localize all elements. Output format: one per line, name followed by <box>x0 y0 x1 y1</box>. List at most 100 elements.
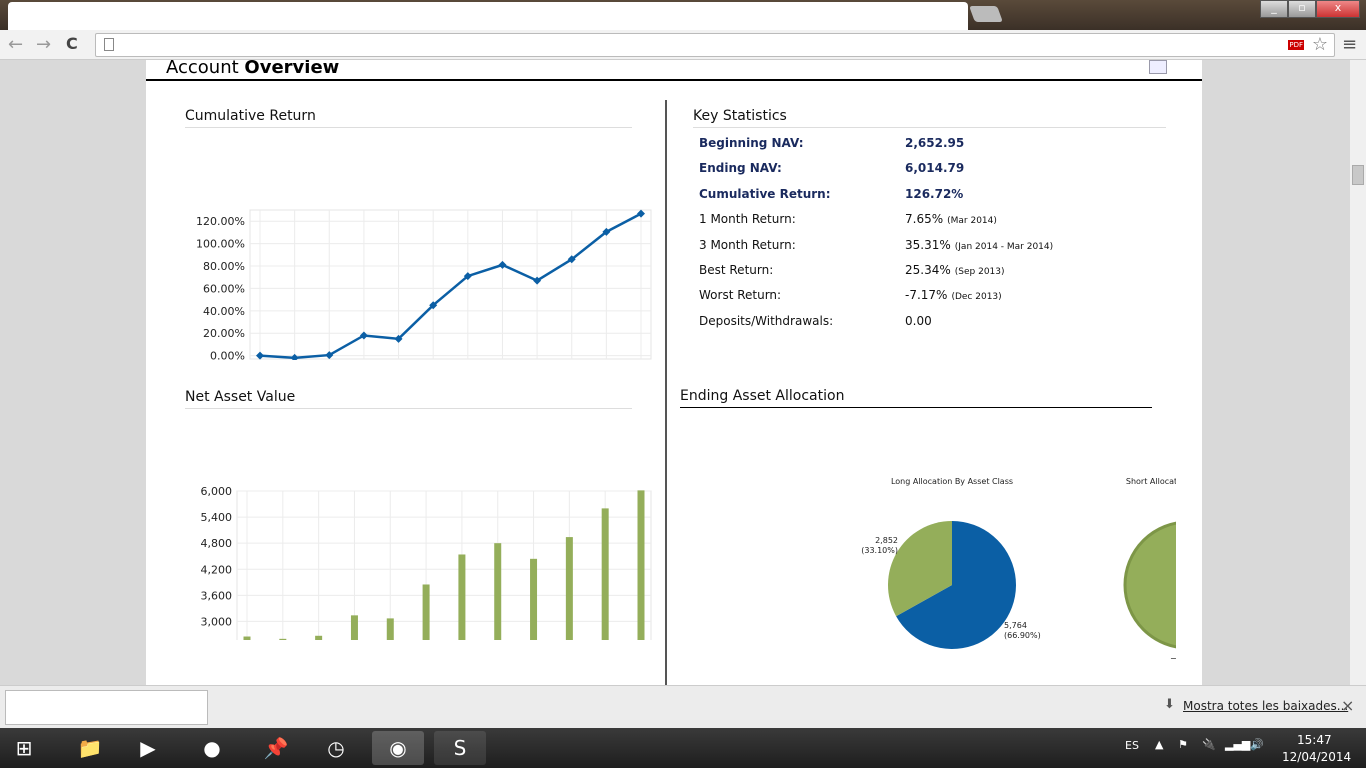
back-icon[interactable]: ← <box>8 34 23 55</box>
show-hidden-icons[interactable]: ▲ <box>1155 738 1163 751</box>
minimize-button[interactable]: _ <box>1260 0 1288 18</box>
download-item[interactable] <box>5 690 208 725</box>
new-tab-button[interactable] <box>969 6 1003 22</box>
stat-label: Worst Return: <box>699 288 782 303</box>
skype-icon[interactable]: S <box>434 731 486 765</box>
pie-slice-cash <box>1123 521 1176 649</box>
stat-label: Deposits/Withdrawals: <box>699 313 834 328</box>
stat-row: Worst Return: -7.17% (Dec 2013) <box>699 288 1179 313</box>
stat-number: 6,014.79 <box>905 161 965 176</box>
stat-value: 25.34% (Sep 2013) <box>905 263 1005 277</box>
stat-value: 2,652.95 <box>905 136 964 150</box>
cumulative-return-chart: Apr 2013May 2013Jun 2013Jul 2013Aug 2013… <box>196 209 652 360</box>
y-tick-label: 3,600 <box>201 589 233 602</box>
nav-bar <box>565 537 573 640</box>
y-tick-label: 4,800 <box>201 537 233 550</box>
start-button[interactable]: ⊞ <box>0 731 48 765</box>
y-tick-label: 5,400 <box>201 511 233 524</box>
stat-row: Best Return: 25.34% (Sep 2013) <box>699 263 1179 288</box>
pdf-icon[interactable]: PDF <box>1288 40 1304 50</box>
pie-data-label: 5,764 <box>1004 621 1027 630</box>
close-download-bar-icon[interactable]: × <box>1341 696 1354 715</box>
y-tick-label: 4,200 <box>201 563 233 576</box>
stat-value: 6,014.79 <box>905 161 964 175</box>
page-icon <box>104 38 114 51</box>
y-tick-label: 3,000 <box>201 615 233 628</box>
pie-data-label: 2,852 <box>875 536 898 545</box>
explorer-icon[interactable]: 📁 <box>64 731 116 765</box>
media-player-icon[interactable]: ▶ <box>122 731 174 765</box>
pin-app-icon[interactable]: 📌 <box>250 731 302 765</box>
browser-titlebar: _ ▫ x <box>0 0 1366 30</box>
clock-time[interactable]: 15:47 <box>1297 733 1332 747</box>
menu-icon[interactable]: ≡ <box>1342 34 1357 55</box>
browser-toolbar: ← → C PDF ☆ ≡ <box>0 30 1366 60</box>
stat-row: Ending NAV: 6,014.79 <box>699 161 1179 186</box>
net-asset-value-chart: Apr 2013May 2013Jun 2013Jul 2013Aug 2013… <box>201 485 652 640</box>
export-icon[interactable] <box>1149 60 1167 74</box>
stat-note: (Jan 2014 - Mar 2014) <box>954 241 1054 252</box>
user-app-icon[interactable]: ● <box>186 731 238 765</box>
reload-icon[interactable]: C <box>66 34 78 53</box>
volume-icon[interactable]: 🔊 <box>1250 738 1264 751</box>
vertical-scrollbar[interactable] <box>1350 60 1366 685</box>
key-statistics-table: Beginning NAV: 2,652.95 Ending NAV: 6,014.7… <box>699 136 1179 339</box>
stat-number: -7.17% <box>905 288 948 303</box>
browser-tab[interactable] <box>8 2 968 30</box>
stat-number: 2,652.95 <box>905 136 965 150</box>
chrome-icon[interactable]: ◉ <box>372 731 424 765</box>
pie-title: Long Allocation By Asset Class <box>891 477 1013 486</box>
stat-label: Ending NAV: <box>699 161 782 176</box>
stat-number: 35.31% <box>905 237 951 252</box>
nav-bar <box>350 615 358 640</box>
clock-date[interactable]: 12/04/2014 <box>1282 750 1351 764</box>
stat-value: -7.17% (Dec 2013) <box>905 288 1002 302</box>
power-icon[interactable]: 🔌 <box>1202 738 1216 751</box>
stat-number: 7.65% <box>905 212 944 227</box>
title-underline <box>146 79 1202 81</box>
stat-label: 3 Month Return: <box>699 237 796 252</box>
network-signal-icon[interactable]: ▂▄▆ <box>1225 738 1250 751</box>
stat-value: 126.72% <box>905 187 963 201</box>
maximize-button[interactable]: ▫ <box>1288 0 1316 18</box>
pie-data-percent: (33.10%) <box>861 546 898 555</box>
y-tick-label: 40.00% <box>203 305 245 318</box>
nav-bar <box>601 508 609 640</box>
stat-label: 1 Month Return: <box>699 212 796 227</box>
clock-app-icon[interactable]: ◷ <box>310 731 362 765</box>
stat-row: Cumulative Return: 126.72% <box>699 187 1179 212</box>
stat-number: 25.34% <box>905 262 951 277</box>
address-bar[interactable]: PDF ☆ <box>95 33 1335 57</box>
stat-note: (Dec 2013) <box>951 292 1002 303</box>
scrollbar-thumb[interactable] <box>1352 165 1364 185</box>
nav-bar <box>494 543 502 640</box>
stat-value: 0.00 <box>905 314 932 328</box>
stat-row: Beginning NAV: 2,652.95 <box>699 136 1179 161</box>
column-divider <box>665 100 667 685</box>
show-all-downloads-link[interactable]: Mostra totes les baixades... <box>1183 699 1348 713</box>
download-bar: ⬇ Mostra totes les baixades... × <box>0 685 1366 728</box>
title-light: Account <box>166 60 239 78</box>
nav-bar <box>422 584 430 640</box>
forward-icon[interactable]: → <box>36 34 51 55</box>
stat-row: 3 Month Return: 35.31% (Jan 2014 - Mar 201… <box>699 238 1179 263</box>
pie-data-percent: (66.90%) <box>1004 631 1041 640</box>
nav-bar <box>530 558 538 640</box>
stat-value: 35.31% (Jan 2014 - Mar 2014) <box>905 238 1053 252</box>
action-center-flag-icon[interactable]: ⚑ <box>1178 738 1188 751</box>
close-window-button[interactable]: x <box>1316 0 1360 18</box>
star-icon[interactable]: ☆ <box>1312 34 1328 55</box>
pie-data-label: −2,601 <box>1170 654 1176 660</box>
net-asset-value-heading: Net Asset Value <box>185 389 632 409</box>
y-tick-label: 20.00% <box>203 327 245 340</box>
language-indicator[interactable]: ES <box>1125 739 1139 752</box>
key-statistics-heading: Key Statistics <box>693 108 1166 128</box>
nav-bar <box>315 635 323 640</box>
stat-label: Cumulative Return: <box>699 186 831 201</box>
page-title: Account Overview <box>166 60 339 78</box>
asset-allocation-charts: Long Allocation By Asset Class 5,764(66.9… <box>861 477 1176 660</box>
stat-note: (Mar 2014) <box>947 216 997 227</box>
y-tick-label: 0.00% <box>210 350 245 360</box>
download-arrow-icon: ⬇ <box>1164 697 1175 712</box>
y-tick-label: 100.00% <box>196 238 245 251</box>
